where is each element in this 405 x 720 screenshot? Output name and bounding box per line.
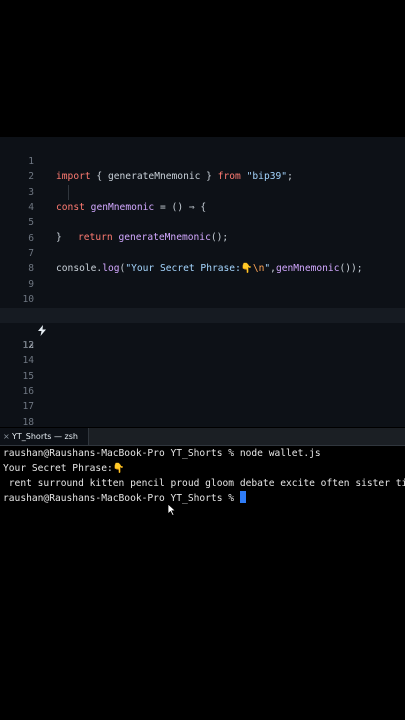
- terminal-prompt-line[interactable]: raushan@Raushans-MacBook-Pro YT_Shorts %: [3, 491, 405, 506]
- terminal-output-mnemonic: rent surround kitten pencil proud gloom …: [3, 478, 405, 489]
- code-line[interactable]: 11: [0, 292, 405, 320]
- code-line[interactable]: 16: [0, 369, 405, 397]
- terminal-tab-bar: × YT_Shorts — zsh: [0, 428, 405, 446]
- code-line[interactable]: 15: [0, 354, 405, 382]
- code-editor[interactable]: 1 import { generateMnemonic } from "bip3…: [0, 137, 405, 443]
- code-line[interactable]: 3 const genMnemonic = () ⇒ {: [0, 170, 405, 213]
- code-line[interactable]: 18: [0, 400, 405, 428]
- code-line[interactable]: 5 }: [0, 200, 405, 243]
- terminal-line: Your Secret Phrase:👇: [3, 463, 125, 474]
- code-line[interactable]: 1 import { generateMnemonic } from "bip3…: [0, 139, 405, 182]
- text-cursor: [239, 491, 246, 503]
- terminal-line: raushan@Raushans-MacBook-Pro YT_Shorts %…: [3, 448, 321, 459]
- terminal-tab-title: YT_Shorts — zsh: [12, 432, 78, 441]
- terminal-panel[interactable]: raushan@Raushans-MacBook-Pro YT_Shorts %…: [0, 446, 405, 556]
- code-line[interactable]: 6: [0, 216, 405, 244]
- indent-guide: [68, 185, 69, 200]
- terminal-prompt: raushan@Raushans-MacBook-Pro YT_Shorts %: [3, 493, 240, 504]
- code-line[interactable]: 8: [0, 246, 405, 274]
- code-line[interactable]: 10: [0, 277, 405, 305]
- code-line[interactable]: 17: [0, 384, 405, 412]
- code-line[interactable]: 2: [0, 154, 405, 182]
- code-line[interactable]: 9: [0, 262, 405, 290]
- code-line[interactable]: 13: [0, 323, 405, 351]
- close-icon[interactable]: ×: [3, 428, 10, 445]
- code-line[interactable]: 14: [0, 338, 405, 366]
- code-line-active[interactable]: 12: [0, 308, 405, 351]
- mouse-pointer-icon: [167, 501, 177, 520]
- terminal-tab[interactable]: × YT_Shorts — zsh: [0, 428, 89, 445]
- code-line[interactable]: 7 console.log("Your Secret Phrase:👇\n",g…: [0, 231, 405, 274]
- code-line[interactable]: 4 return generateMnemonic();: [0, 185, 405, 243]
